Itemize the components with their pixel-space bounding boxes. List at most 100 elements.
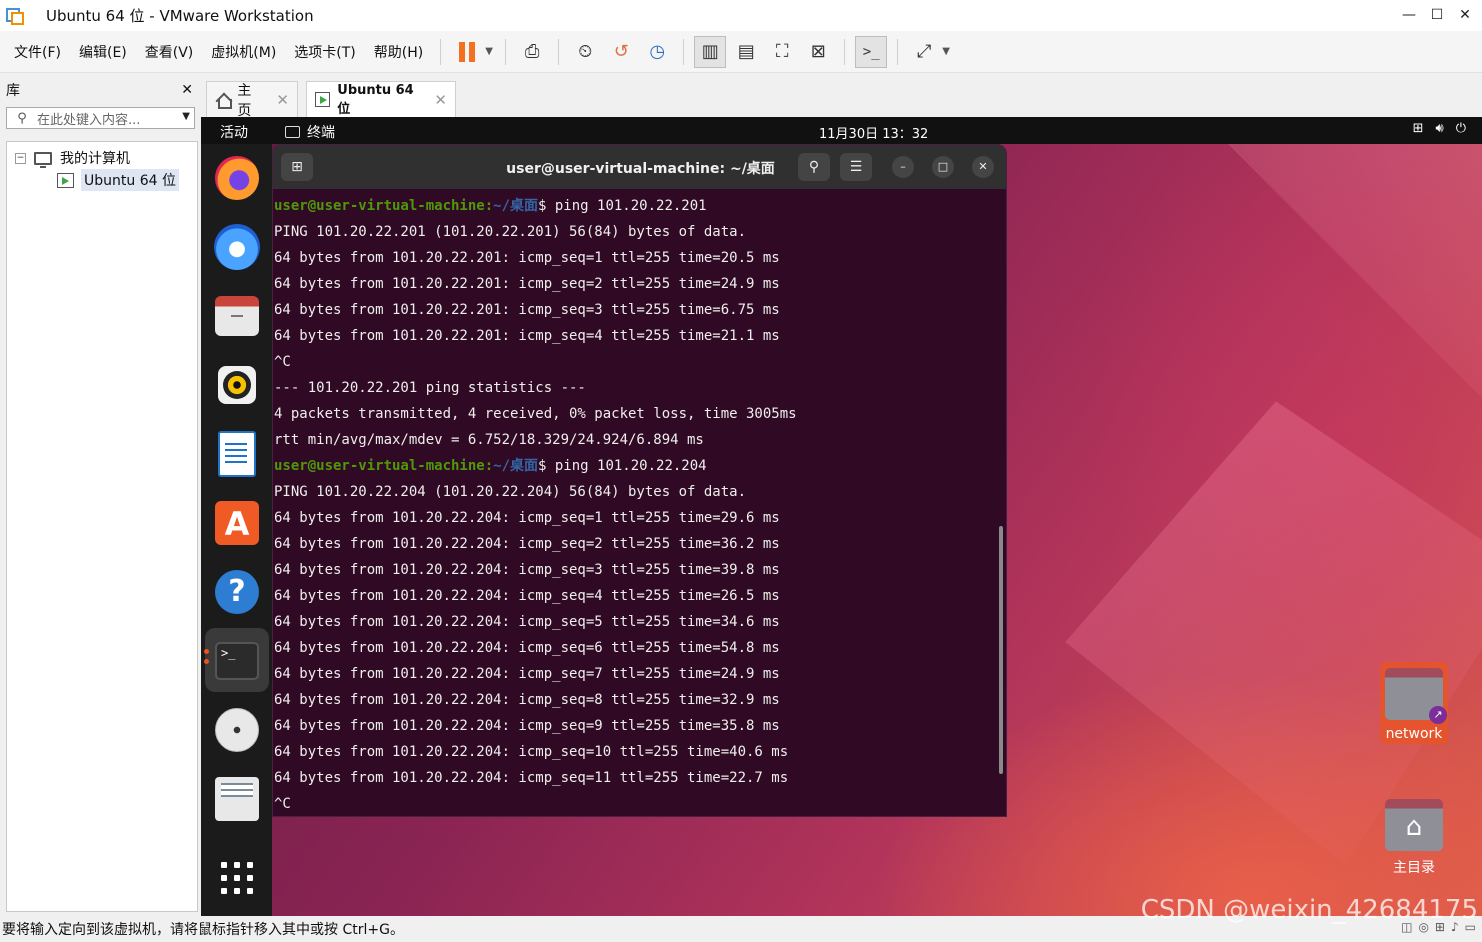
toolbar-separator <box>897 38 899 65</box>
writer-icon <box>218 431 256 477</box>
stretch-button[interactable]: ⤢ <box>908 36 940 68</box>
toolbar-separator <box>440 38 442 65</box>
close-icon[interactable]: ✕ <box>434 91 447 109</box>
menu-tabs[interactable]: 选项卡(T) <box>285 42 364 62</box>
single-view-button[interactable]: ▤ <box>730 36 762 68</box>
tree-item-ubuntu-vm[interactable]: Ubuntu 64 位 <box>57 169 179 191</box>
dock-rhythmbox[interactable] <box>213 361 261 409</box>
firefox-icon <box>215 156 259 200</box>
library-view-icon: ▥ <box>701 41 719 62</box>
snapshot-icon: ⏲ <box>578 41 593 62</box>
prompt-colon: : <box>484 458 494 474</box>
library-tree: − 我的计算机 Ubuntu 64 位 <box>6 141 198 912</box>
app-menu-label: 终端 <box>307 125 335 141</box>
unity-button[interactable]: ⊠ <box>802 36 834 68</box>
dock: A ? >_ <box>201 144 272 916</box>
toolbar-separator <box>683 38 685 65</box>
dock-disc[interactable] <box>213 706 261 754</box>
stretch-icon: ⤢ <box>917 41 932 62</box>
wallpaper-shape <box>1221 137 1482 437</box>
dock-firefox[interactable] <box>213 154 261 202</box>
dock-files[interactable] <box>213 292 261 340</box>
terminal-icon <box>285 126 300 138</box>
dock-writer[interactable] <box>213 430 261 478</box>
rhythmbox-icon <box>218 366 256 404</box>
desktop-icon-home[interactable]: ⌂ 主目录 <box>1380 799 1448 877</box>
vm-icon <box>57 172 74 188</box>
disc-icon <box>215 708 259 752</box>
terminal-output-line: ^C <box>274 354 291 370</box>
prompt-path: ~/桌面 <box>493 458 539 474</box>
dock-app-grid[interactable] <box>213 854 261 902</box>
gnome-top-bar: 活动 终端 11月30日 13：32 ⊞ 🔊︎ ⏻ <box>201 117 1482 144</box>
folder-icon: ↗ <box>1385 668 1447 724</box>
terminal-prompt-line: user@user-virtual-machine:~/桌面$ ping 101… <box>274 453 994 479</box>
vm-icon <box>315 92 331 107</box>
terminal-output[interactable]: user@user-virtual-machine:~/桌面$ ping 101… <box>274 193 994 816</box>
dock-software[interactable]: A <box>213 499 261 547</box>
dock-terminal[interactable]: >_ <box>213 637 261 685</box>
terminal-search-button[interactable]: ⚲ <box>798 153 830 181</box>
menu-help[interactable]: 帮助(H) <box>365 42 432 62</box>
terminal-output-line: 64 bytes from 101.20.22.204: icmp_seq=1 … <box>274 510 780 526</box>
menu-vm[interactable]: 虚拟机(M) <box>202 42 285 62</box>
library-view-button[interactable]: ▥ <box>694 35 727 68</box>
tab-label: Ubuntu 64 位 <box>337 82 414 117</box>
terminal-menu-button[interactable]: ☰ <box>840 153 872 181</box>
snapshot-button[interactable]: ⏲ <box>569 36 601 68</box>
tree-item-my-computer[interactable]: − 我的计算机 <box>15 148 130 168</box>
activities-button[interactable]: 活动 <box>220 122 248 142</box>
terminal-output-line: 64 bytes from 101.20.22.201: icmp_seq=3 … <box>274 302 780 318</box>
revert-snapshot-icon: ↺ <box>613 41 629 62</box>
chevron-down-icon[interactable]: ▼ <box>942 46 954 57</box>
menu-view[interactable]: 查看(V) <box>136 42 203 62</box>
vmware-logo-icon <box>6 6 26 26</box>
pause-button[interactable] <box>451 36 483 68</box>
fullscreen-button[interactable]: ⛶ <box>766 36 798 68</box>
unity-icon: ⊠ <box>810 41 826 62</box>
console-button[interactable]: >_ <box>855 35 888 68</box>
tab-ubuntu[interactable]: Ubuntu 64 位 ✕ <box>306 81 456 117</box>
window-title: Ubuntu 64 位 - VMware Workstation <box>46 7 314 25</box>
terminal-header: ⊞ user@user-virtual-machine: ~/桌面 ⚲ ☰ – … <box>273 145 1006 189</box>
terminal-output-line: 64 bytes from 101.20.22.204: icmp_seq=10… <box>274 744 789 760</box>
software-icon: A <box>215 501 259 545</box>
library-header: 库 ✕ <box>0 77 201 103</box>
send-keys-icon: ⎙ <box>525 41 540 62</box>
home-icon <box>215 93 233 109</box>
close-icon[interactable]: ✕ <box>276 91 289 109</box>
command-text: $ ping 101.20.22.201 <box>538 198 707 214</box>
clock[interactable]: 11月30日 13：32 <box>819 123 928 142</box>
terminal-scrollbar[interactable] <box>999 526 1003 774</box>
terminal-close-button[interactable]: ✕ <box>972 156 994 178</box>
send-keys-button[interactable]: ⎙ <box>516 36 548 68</box>
terminal-maximize-button[interactable]: □ <box>932 156 954 178</box>
library-close-icon[interactable]: ✕ <box>181 82 193 98</box>
desktop-icon-network[interactable]: ↗ network <box>1380 662 1448 744</box>
library-search-placeholder: 在此处键入内容... <box>37 112 141 128</box>
snapshot-manager-button[interactable]: ◷ <box>641 36 673 68</box>
collapse-icon[interactable]: − <box>15 152 26 164</box>
library-search-input[interactable]: ⚲ 在此处键入内容... ▼ <box>6 107 195 129</box>
close-button[interactable]: ✕ <box>1447 4 1482 26</box>
dock-help[interactable]: ? <box>213 568 261 616</box>
chevron-down-icon[interactable]: ▼ <box>485 46 497 57</box>
terminal-window[interactable]: ⊞ user@user-virtual-machine: ~/桌面 ⚲ ☰ – … <box>272 144 1007 817</box>
computer-icon <box>34 151 52 168</box>
terminal-output-line: rtt min/avg/max/mdev = 6.752/18.329/24.9… <box>274 432 704 448</box>
revert-snapshot-button[interactable]: ↺ <box>605 36 637 68</box>
system-tray[interactable]: ⊞ 🔊︎ ⏻ <box>1413 121 1466 136</box>
menu-edit[interactable]: 编辑(E) <box>70 42 136 62</box>
vm-display[interactable]: 活动 终端 11月30日 13：32 ⊞ 🔊︎ ⏻ A ? >_ ⊞ user@… <box>201 117 1482 916</box>
app-menu[interactable]: 终端 <box>285 122 335 142</box>
dock-thunderbird[interactable] <box>213 223 261 271</box>
tab-home[interactable]: 主页 ✕ <box>206 81 298 119</box>
dock-printer[interactable] <box>213 775 261 823</box>
terminal-output-line: 64 bytes from 101.20.22.204: icmp_seq=3 … <box>274 562 780 578</box>
power-icon: ⏻ <box>1455 121 1466 136</box>
terminal-minimize-button[interactable]: – <box>892 156 914 178</box>
chevron-down-icon[interactable]: ▼ <box>182 111 190 122</box>
menu-file[interactable]: 文件(F) <box>5 42 70 62</box>
tree-item-label: 我的计算机 <box>60 151 130 167</box>
terminal-output-line: 64 bytes from 101.20.22.204: icmp_seq=11… <box>274 770 789 786</box>
